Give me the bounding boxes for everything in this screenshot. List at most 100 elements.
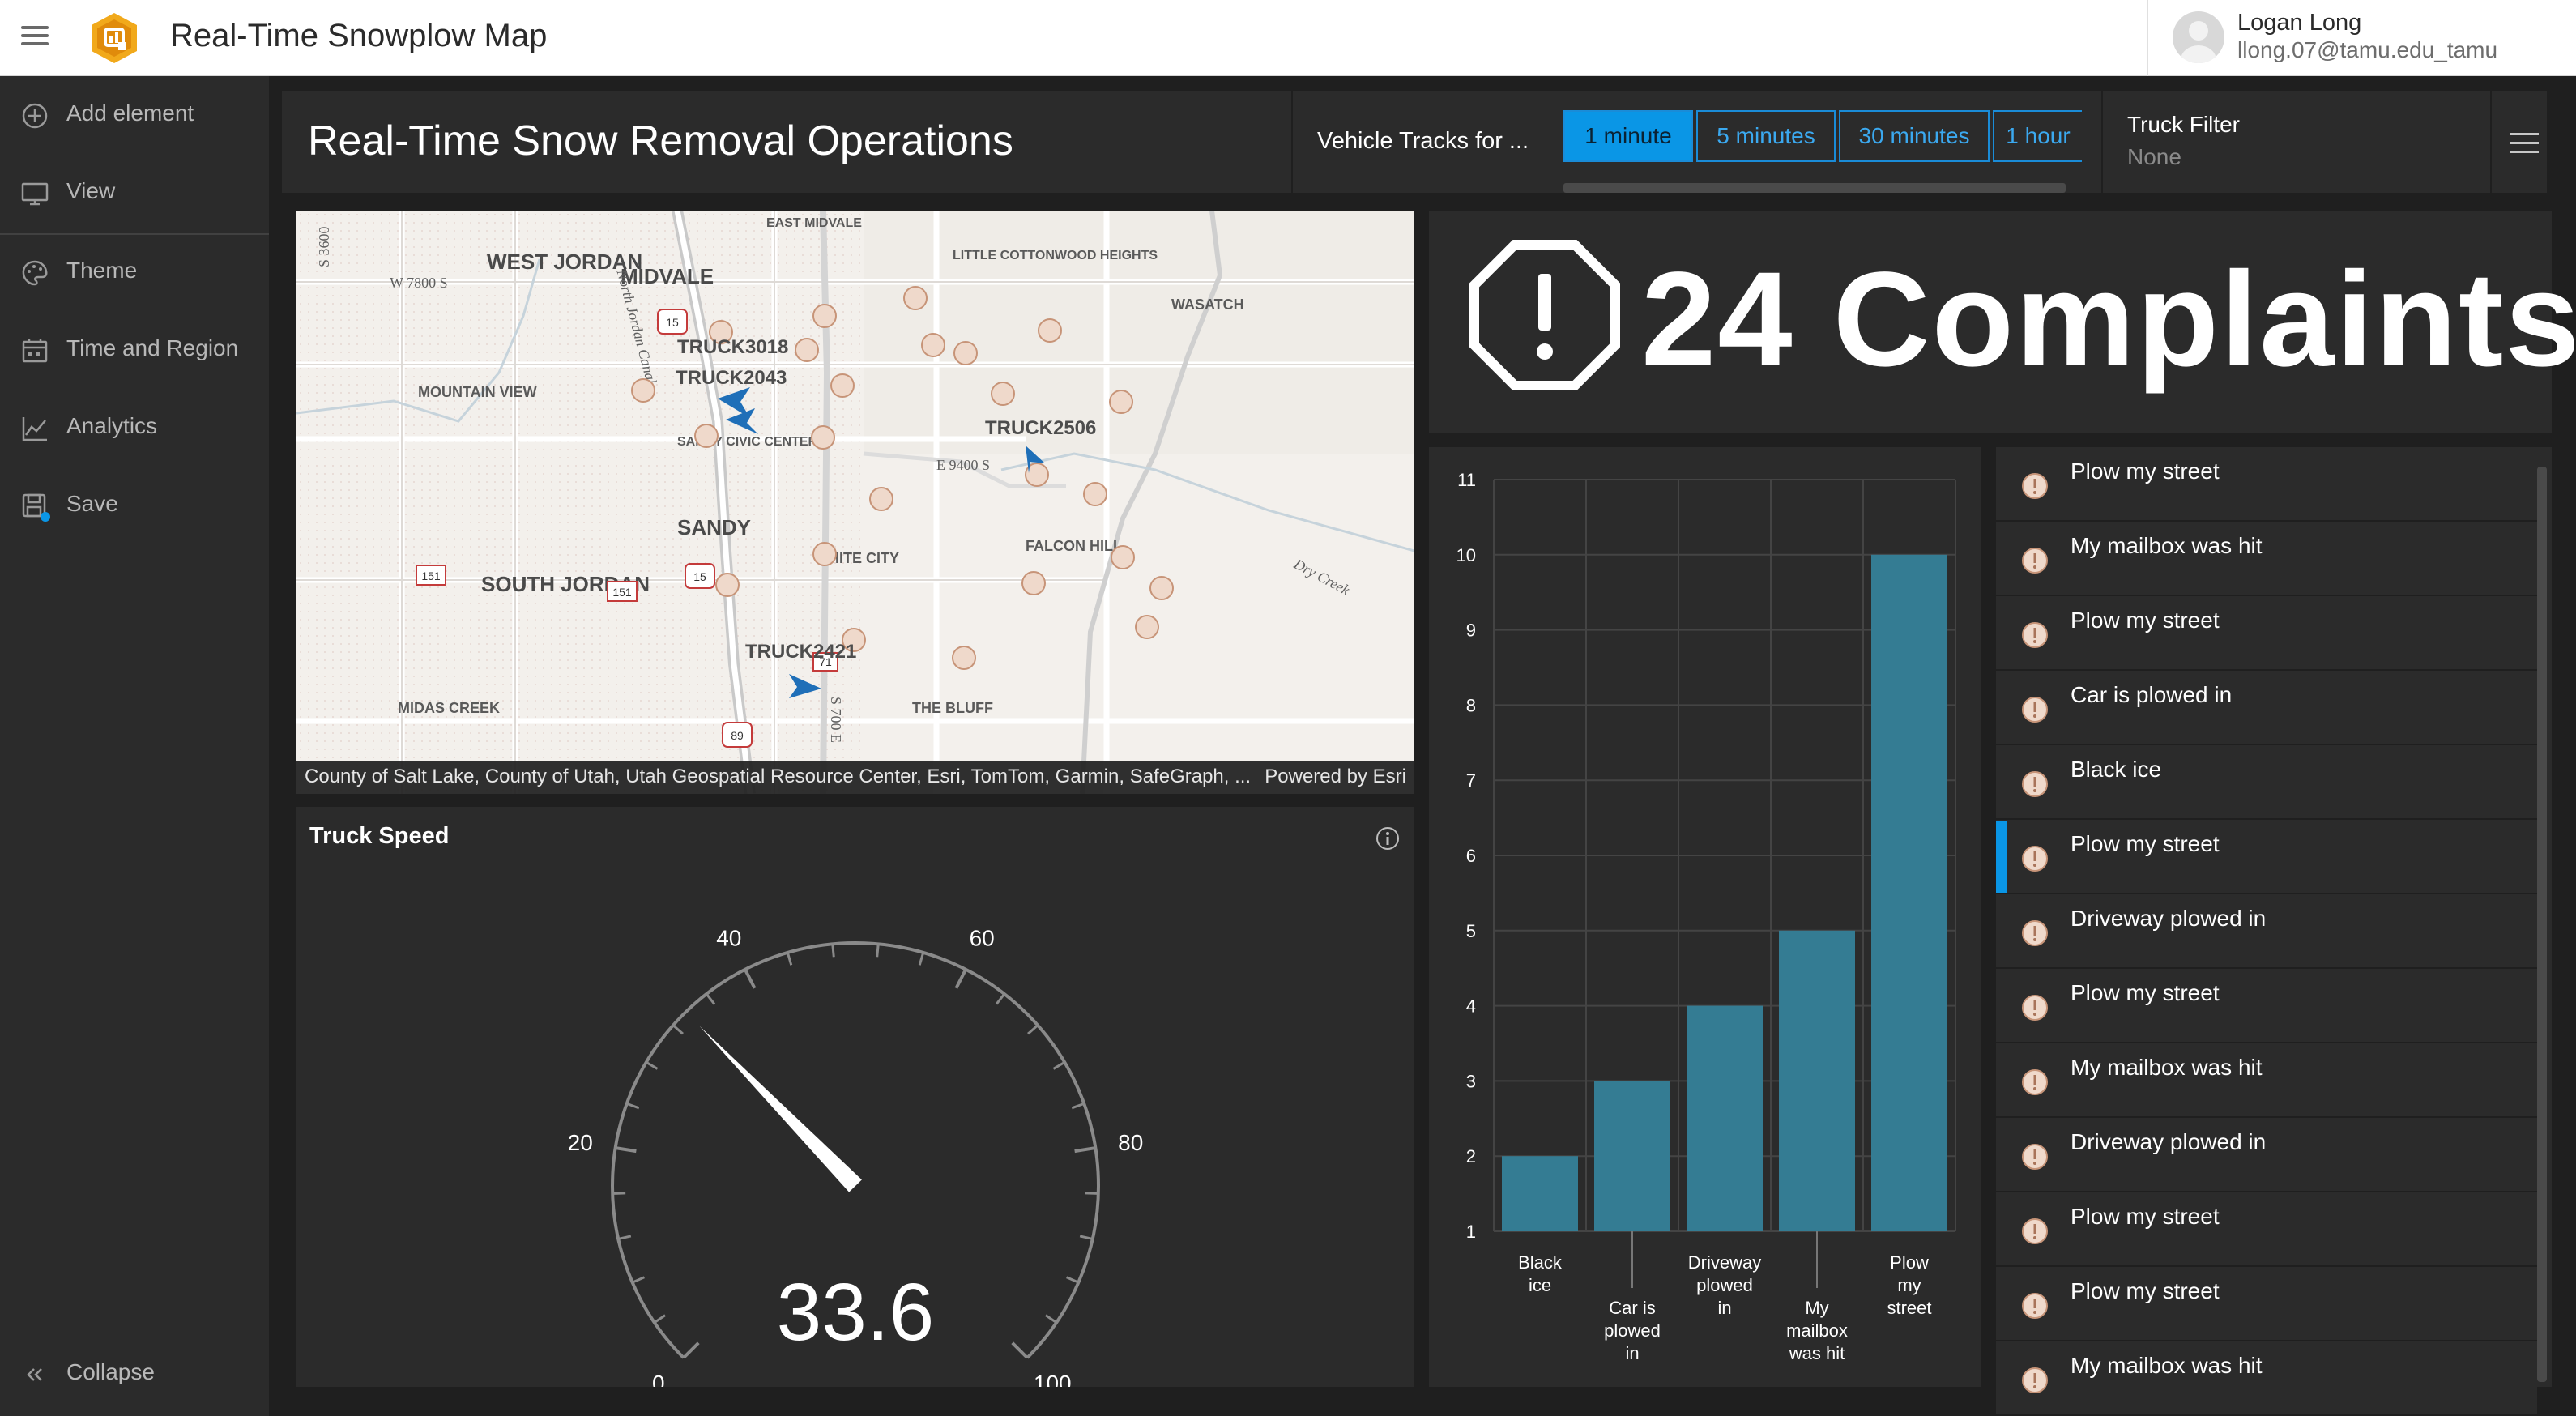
gauge-tick-label: 100 [1034,1371,1072,1387]
sidebar-item-label: View [66,178,116,203]
gauge-tick [918,952,925,966]
truck-label[interactable]: TRUCK3018 [677,336,788,358]
svg-text:15: 15 [666,316,679,329]
complaints-count: 24 Complaints [1641,245,2576,395]
gauge-tick [1085,1192,1098,1195]
selector-scrollbar[interactable] [1563,183,2066,193]
map-label-sandy: SANDY [677,515,751,540]
sidebar-item-label: Analytics [66,413,158,438]
x-tick-label: plowed [1604,1320,1661,1341]
gauge-tick [705,993,716,1005]
complaint-marker-icon [2022,920,2048,946]
time-option-5-minutes[interactable]: 5 minutes [1696,110,1836,162]
sidebar-item-theme[interactable]: Theme [0,233,269,309]
truck-label[interactable]: TRUCK2421 [745,641,856,663]
gauge-tick [1011,1341,1029,1359]
list-item[interactable]: Plow my street [1996,821,2537,894]
gauge-tick-label: 60 [970,925,995,950]
gauge-tick [1027,1024,1039,1035]
list-item[interactable]: Plow my street [1996,1269,2537,1341]
avatar[interactable] [2173,11,2224,63]
y-tick-label: 10 [1456,545,1476,565]
y-tick-label: 1 [1466,1222,1476,1242]
sidebar-item-label: Save [66,491,118,516]
gauge-tick-label: 20 [568,1130,593,1155]
list-item-label: Plow my street [2071,831,2220,856]
list-item[interactable]: My mailbox was hit [1996,1343,2537,1416]
sidebar-item-view[interactable]: View [0,154,269,230]
list-item-label: My mailbox was hit [2071,1055,2263,1080]
x-tick-label: in [1625,1343,1639,1363]
sidebar-item-save[interactable]: Save [0,467,269,543]
bar-plow-my-street[interactable] [1871,554,1947,1231]
bar-car-is-plowed-in[interactable] [1594,1081,1670,1231]
list-item[interactable]: Plow my street [1996,1194,2537,1267]
y-tick-label: 11 [1457,470,1476,490]
list-item[interactable]: My mailbox was hit [1996,1045,2537,1118]
time-option-1-minute[interactable]: 1 minute [1563,110,1693,162]
sidebar-item-add-element[interactable]: Add element [0,76,269,152]
list-item[interactable]: Driveway plowed in [1996,1120,2537,1192]
bar-black-ice[interactable] [1502,1156,1578,1231]
bar-my-mailbox-was-hit[interactable] [1779,930,1855,1231]
list-item[interactable]: Plow my street [1996,449,2537,522]
gauge-tick [682,1341,700,1359]
bar-chart: 1234567891011BlackiceCar isplowedinDrive… [1456,470,1956,1363]
y-tick-label: 4 [1466,996,1476,1017]
powered-by-esri[interactable]: Powered by Esri [1265,766,1406,788]
complaint-marker-icon [2022,771,2048,797]
list-item[interactable]: Black ice [1996,747,2537,820]
gauge-tick [1071,1102,1085,1110]
bar-driveway-plowed-in[interactable] [1687,1005,1763,1231]
y-tick-label: 7 [1466,770,1476,791]
sidebar-item-time-and-region[interactable]: Time and Region [0,311,269,387]
x-tick-label: my [1897,1275,1921,1295]
header-menu-icon[interactable] [2510,126,2539,159]
truck-filter-label: Truck Filter [2127,112,2240,137]
time-option-1-hour[interactable]: 1 hour [1993,110,2082,162]
gauge-tick [744,968,757,989]
list-item[interactable]: My mailbox was hit [1996,523,2537,596]
user-menu[interactable]: Logan Long llong.07@tamu.edu_tamu [2147,0,2576,76]
truck-filter-dropdown[interactable]: None [2127,144,2181,170]
hamburger-menu-icon[interactable] [21,21,49,53]
complaint-marker-icon [2022,697,2048,723]
gauge-tick [876,944,880,958]
header-divider [1291,91,1293,193]
svg-text:151: 151 [612,586,632,599]
gauge-tick-label: 40 [716,925,741,950]
route-shield: 15 [685,563,715,589]
x-tick-label: was hit [1789,1343,1845,1363]
map-label-falcon-hill: FALCON HILL [1026,538,1122,554]
list-item[interactable]: Plow my street [1996,970,2537,1043]
x-tick-label: street [1887,1298,1931,1318]
list-item[interactable]: Driveway plowed in [1996,896,2537,969]
map-label-east-midvale: EAST MIDVALE [766,216,862,230]
list-item[interactable]: Plow my street [1996,598,2537,671]
time-option-30-minutes[interactable]: 30 minutes [1839,110,1990,162]
y-tick-label: 5 [1466,921,1476,941]
complaint-marker-icon [2022,1218,2048,1244]
map-road-label: W 7800 S [390,275,448,291]
svg-text:15: 15 [693,570,706,583]
complaint-marker-icon [2022,622,2048,648]
list-item[interactable]: Car is plowed in [1996,672,2537,745]
basemap[interactable]: WEST JORDAN MIDVALE SANDY SOUTH JORDAN W… [296,211,1414,794]
truck-label[interactable]: TRUCK2043 [676,367,787,389]
svg-text:151: 151 [421,569,441,582]
y-tick-label: 3 [1466,1071,1476,1091]
gauge-tick [1079,1235,1094,1240]
truck-label[interactable]: TRUCK2506 [985,417,1096,439]
dashboard-title: Real-Time Snow Removal Operations [308,117,1013,164]
line-chart-icon [22,417,47,441]
snowplow-map[interactable]: WEST JORDAN MIDVALE SANDY SOUTH JORDAN W… [296,211,1414,794]
gauge-tick [612,1192,626,1195]
list-item-label: Car is plowed in [2071,682,2233,707]
sidebar-item-analytics[interactable]: Analytics [0,389,269,465]
list-scrollbar[interactable] [2537,467,2547,1382]
x-tick-label: plowed [1696,1275,1753,1295]
map-label-the-bluff: THE BLUFF [912,700,993,716]
gauge-tick [831,944,835,958]
sidebar-collapse-button[interactable]: Collapse [0,1335,269,1411]
calendar-map-icon [22,339,48,363]
